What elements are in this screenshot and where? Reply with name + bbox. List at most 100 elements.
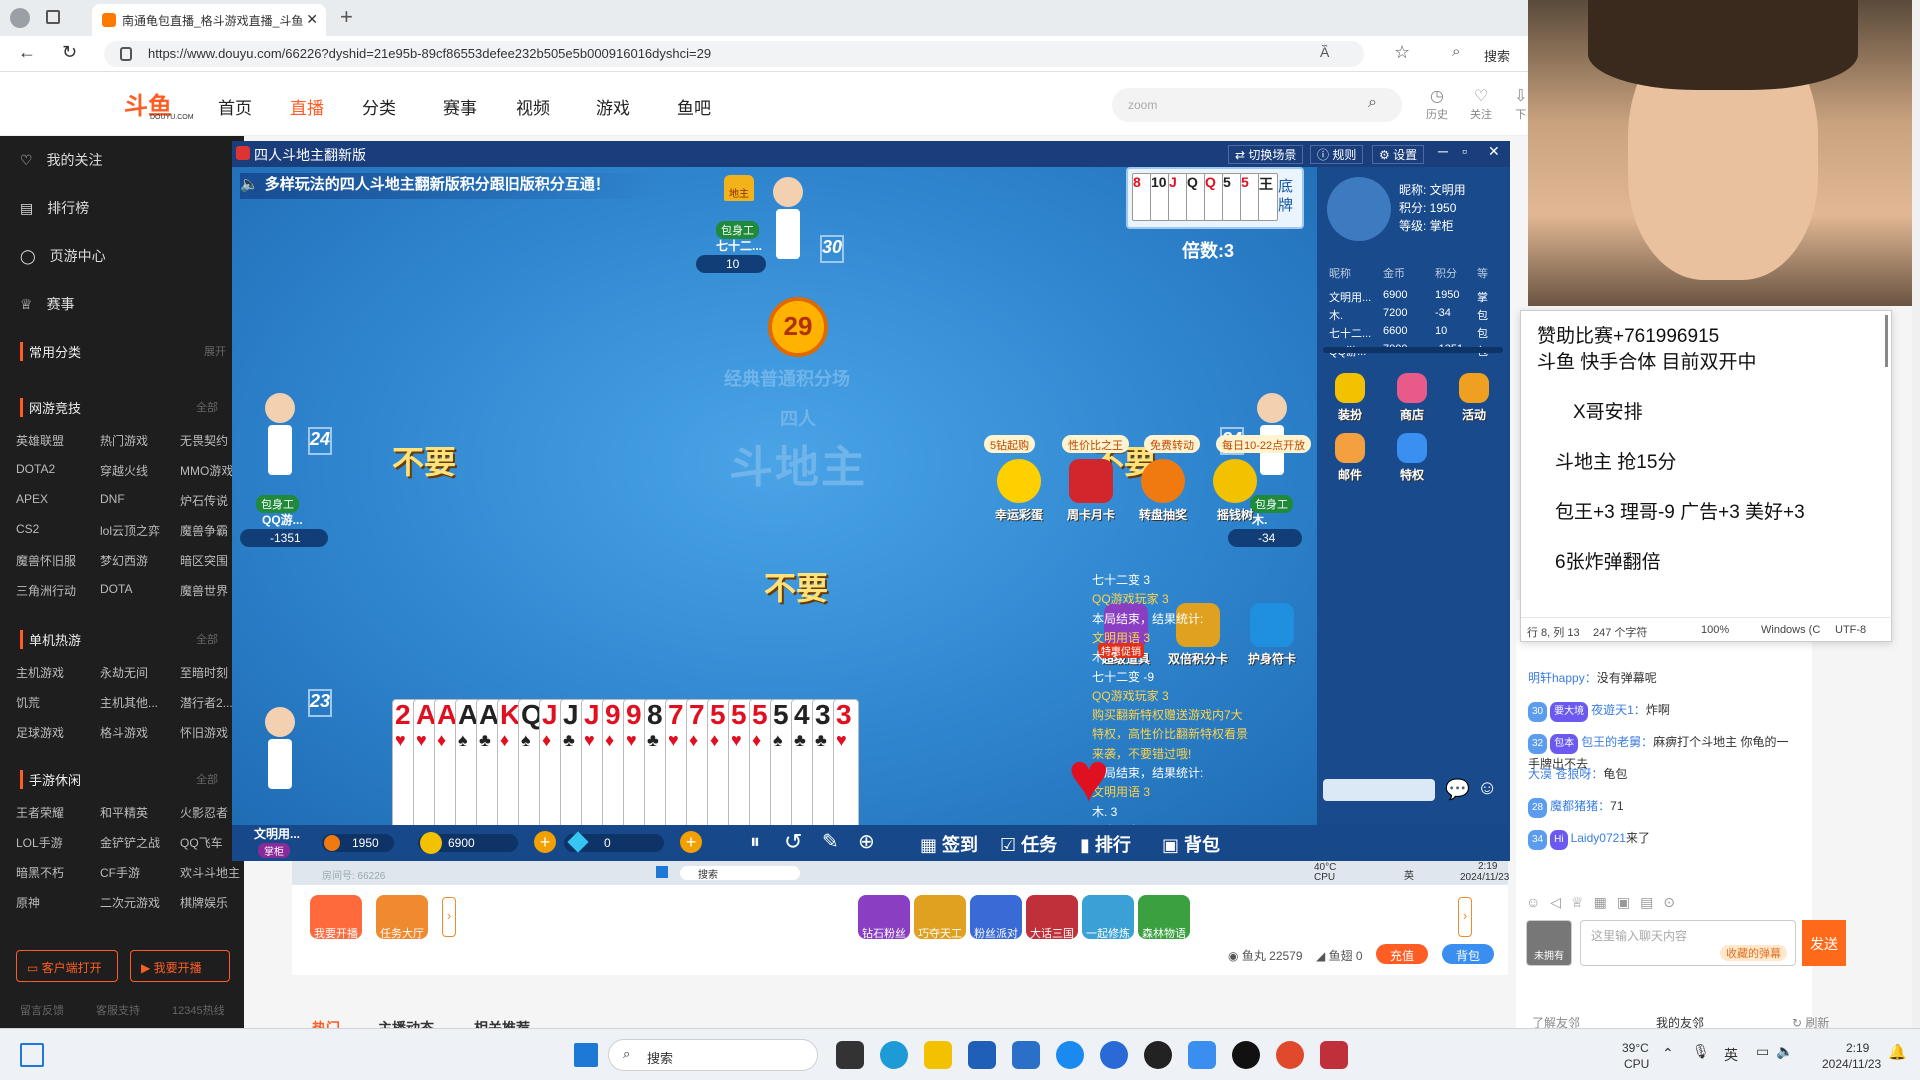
- diamond-add-icon[interactable]: +: [680, 831, 702, 853]
- ranking-button[interactable]: ▮ 排行: [1080, 831, 1131, 857]
- lottery-wheel-button[interactable]: 转盘抽奖: [1128, 459, 1198, 523]
- switch-scene-button[interactable]: ⇄ 切换场景: [1228, 145, 1304, 164]
- sidebar-category-link[interactable]: 魔兽怀旧服: [16, 552, 76, 569]
- mic-icon[interactable]: 🎙: [1692, 1043, 1710, 1060]
- douyu-search-input[interactable]: zoom: [1112, 88, 1402, 122]
- nav-live[interactable]: 直播: [290, 94, 324, 119]
- section-netgames-more[interactable]: 全部: [196, 399, 218, 415]
- store-icon[interactable]: [968, 1041, 996, 1069]
- explorer-icon[interactable]: [924, 1041, 952, 1069]
- doudizhu-icon[interactable]: [1320, 1041, 1348, 1069]
- sidebar-category-link[interactable]: CF手游: [100, 864, 140, 881]
- sidebar-category-link[interactable]: 魔兽争霸: [180, 522, 228, 539]
- sidebar-item-events[interactable]: ♕ 赛事: [20, 294, 75, 314]
- widgets-icon[interactable]: [20, 1043, 44, 1067]
- chat-username[interactable]: Laidy0721: [1571, 831, 1626, 845]
- activity-tool[interactable]: 大话三国: [1026, 895, 1078, 940]
- sidebar-category-link[interactable]: 主机游戏: [16, 664, 64, 681]
- back-icon[interactable]: ←: [18, 42, 36, 63]
- qq-icon[interactable]: [1232, 1041, 1260, 1069]
- notification-bell-icon[interactable]: 🔔: [1888, 1043, 1907, 1061]
- nav-home[interactable]: 首页: [218, 94, 252, 119]
- new-tab-icon[interactable]: +: [340, 4, 353, 30]
- emoji-icon[interactable]: ☺: [1477, 777, 1497, 800]
- undo-icon[interactable]: ↺: [784, 829, 802, 855]
- qq-game-icon[interactable]: [1276, 1041, 1304, 1069]
- sidebar-category-link[interactable]: 英雄联盟: [16, 432, 64, 449]
- volume-icon[interactable]: 🔈: [1776, 1043, 1793, 1060]
- tab-actions-icon[interactable]: [46, 10, 60, 24]
- hand-card[interactable]: 3 ♥: [833, 699, 859, 829]
- chat-input-box[interactable]: [1323, 779, 1435, 801]
- footer-hotline[interactable]: 12345热线: [172, 1002, 225, 1018]
- url-field[interactable]: https://www.douyu.com/66226?dyshid=21e95…: [104, 41, 1364, 67]
- browser-tab-active[interactable]: 南通龟包直播_格斗游戏直播_斗鱼 ✕: [92, 4, 326, 36]
- player-left-avatar[interactable]: [260, 393, 300, 493]
- douyu-logo[interactable]: 斗鱼 DOUYU.COM: [124, 86, 200, 121]
- tray-chevron-icon[interactable]: ⌃: [1662, 1045, 1674, 1062]
- sidebar-category-link[interactable]: APEX: [16, 492, 48, 506]
- sidebar-category-link[interactable]: 三角洲行动: [16, 582, 76, 599]
- douyu-search-icon[interactable]: ⌕: [1368, 94, 1377, 112]
- robot-icon[interactable]: ⊕: [858, 829, 875, 854]
- sidebar-category-link[interactable]: 格斗游戏: [100, 724, 148, 741]
- sidebar-category-link[interactable]: 火影忍者: [180, 804, 228, 821]
- activity-tool[interactable]: 一起修炼: [1082, 895, 1134, 940]
- sidebar-category-link[interactable]: 足球游戏: [16, 724, 64, 741]
- sidebar-item-webgames[interactable]: ◯ 页游中心: [20, 246, 106, 266]
- task-hall-tool[interactable]: 任务大厅: [376, 895, 428, 940]
- section-common-more[interactable]: 展开: [204, 343, 226, 359]
- sidebar-category-link[interactable]: 梦幻西游: [100, 552, 148, 569]
- section-singlegames-more[interactable]: 全部: [196, 631, 218, 647]
- settings-button[interactable]: ⚙ 设置: [1372, 145, 1425, 164]
- page-tab-hot[interactable]: 热门: [312, 1018, 340, 1028]
- profile-icon[interactable]: [10, 8, 30, 28]
- activity-tool[interactable]: 森林物语: [1138, 895, 1190, 940]
- footer-support[interactable]: 客服支持: [96, 1002, 140, 1018]
- game-maximize-icon[interactable]: ▫: [1462, 143, 1467, 159]
- mail-button[interactable]: 邮件: [1325, 433, 1375, 483]
- pause-icon[interactable]: ⏸: [750, 831, 760, 854]
- player-self-avatar[interactable]: [260, 707, 300, 807]
- taskview-icon[interactable]: [836, 1041, 864, 1069]
- weekly-card-button[interactable]: 周卡月卡: [1056, 459, 1126, 523]
- app-arrow-icon[interactable]: [1100, 1041, 1128, 1069]
- tab-close-icon[interactable]: ✕: [306, 11, 318, 28]
- footer-feedback[interactable]: 留言反馈: [20, 1002, 64, 1018]
- browser-search-icon[interactable]: ⌕: [1452, 43, 1460, 60]
- notes-icon[interactable]: ✎: [822, 829, 839, 854]
- dress-up-button[interactable]: 装扮: [1325, 373, 1375, 423]
- sidebar-item-follow[interactable]: ♡ 我的关注: [20, 150, 103, 170]
- favorite-star-icon[interactable]: ☆: [1394, 42, 1410, 63]
- sidebar-category-link[interactable]: 至暗时刻: [180, 664, 228, 681]
- sidebar-category-link[interactable]: 金铲铲之战: [100, 834, 160, 851]
- sidebar-category-link[interactable]: CS2: [16, 522, 39, 536]
- nav-category[interactable]: 分类: [362, 94, 396, 119]
- game-close-icon[interactable]: ✕: [1488, 143, 1500, 160]
- sidebar-category-link[interactable]: 热门游戏: [100, 432, 148, 449]
- checkin-button[interactable]: ▦ 签到: [920, 831, 978, 857]
- section-mobilegames-more[interactable]: 全部: [196, 771, 218, 787]
- edge-icon[interactable]: [880, 1041, 908, 1069]
- privilege-button[interactable]: 特权: [1387, 433, 1437, 483]
- sidebar-category-link[interactable]: LOL手游: [16, 834, 63, 851]
- start-stream-tool[interactable]: 我要开播: [310, 895, 362, 940]
- site-info-icon[interactable]: [120, 47, 132, 61]
- player-top-avatar[interactable]: [768, 177, 808, 277]
- nav-fishbar[interactable]: 鱼吧: [677, 94, 711, 119]
- nav-games[interactable]: 游戏: [596, 94, 630, 119]
- sidebar-item-rank[interactable]: ▤ 排行榜: [20, 198, 89, 218]
- sidebar-category-link[interactable]: 魔兽世界: [180, 582, 228, 599]
- gold-add-icon[interactable]: +: [534, 831, 556, 853]
- sidebar-category-link[interactable]: 暗黑不朽: [16, 864, 64, 881]
- profile-avatar[interactable]: [1327, 177, 1391, 241]
- sidebar-category-link[interactable]: 无畏契约: [180, 432, 228, 449]
- bag-button-below[interactable]: 背包: [1442, 944, 1494, 964]
- read-aloud-icon[interactable]: A᷈: [1320, 44, 1329, 60]
- notepad-scrollbar[interactable]: [1885, 315, 1888, 367]
- download-link[interactable]: ⇩ 下: [1514, 86, 1527, 122]
- start-icon[interactable]: [574, 1043, 598, 1067]
- notepad-icon[interactable]: [1188, 1041, 1216, 1069]
- chat-username[interactable]: 大漠 苍狼呀：: [1528, 767, 1603, 781]
- sidebar-category-link[interactable]: QQ飞车: [180, 834, 223, 851]
